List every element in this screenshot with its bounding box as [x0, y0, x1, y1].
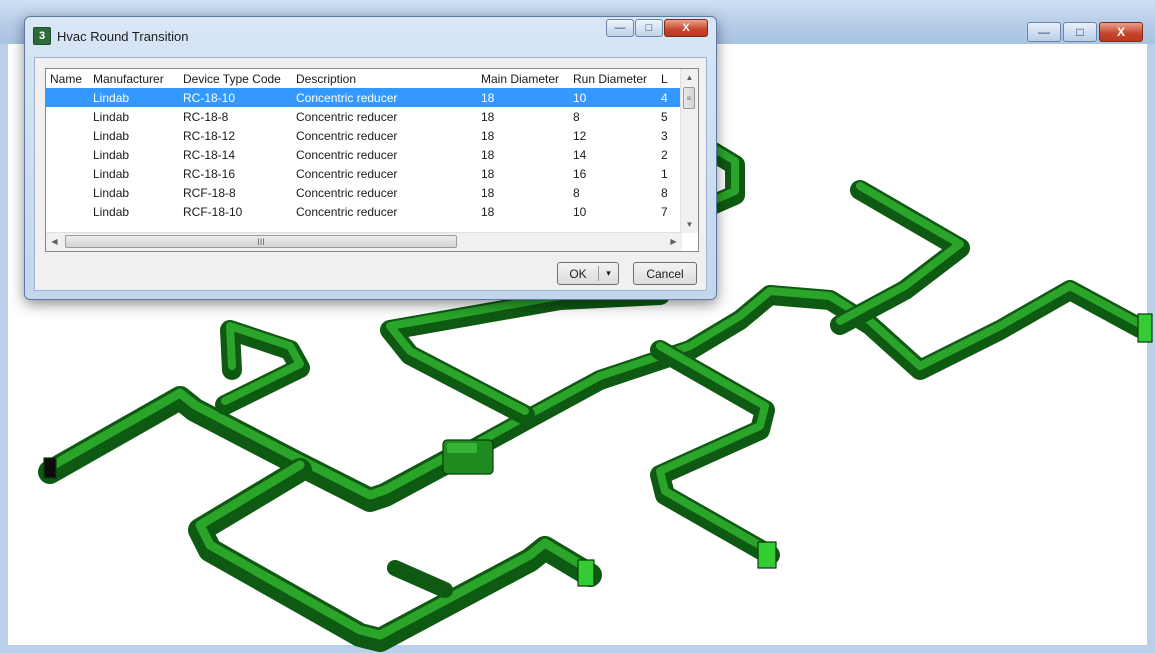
- duct-central-device-top: [447, 443, 477, 453]
- cell-name: [46, 107, 89, 126]
- cell-main-diameter: 18: [481, 185, 495, 200]
- cell-name: [46, 164, 89, 183]
- column-header-main-diameter[interactable]: Main Diameter: [477, 69, 569, 88]
- cell-main-diameter: 18: [481, 166, 495, 181]
- cell-device-type-code: RC-18-16: [183, 166, 236, 181]
- cell-run-diameter: 8: [573, 185, 580, 200]
- cell-name: [46, 183, 89, 202]
- table-row[interactable]: Lindab RC-18-14 Concentric reducer 18 14…: [46, 145, 683, 164]
- cell-name: [46, 145, 89, 164]
- cell-device-type-code: RCF-18-10: [183, 204, 243, 219]
- scroll-up-icon[interactable]: ▲: [681, 69, 698, 86]
- app-icon: 3: [33, 27, 51, 45]
- table-row[interactable]: Lindab RC-18-12 Concentric reducer 18 12…: [46, 126, 683, 145]
- table-horizontal-scrollbar[interactable]: ◀ III ▶: [46, 232, 682, 251]
- vertical-scroll-thumb[interactable]: ≡: [683, 87, 695, 109]
- column-header-device-type-code[interactable]: Device Type Code: [179, 69, 292, 88]
- duct-main-trunk[interactable]: [438, 280, 1150, 473]
- cell-name: [46, 202, 89, 221]
- cell-manufacturer: Lindab: [93, 128, 130, 143]
- cell-description: Concentric reducer: [296, 185, 398, 200]
- cell-description: Concentric reducer: [296, 109, 398, 124]
- cell-main-diameter: 18: [477, 88, 569, 107]
- cell-manufacturer: Lindab: [93, 166, 130, 181]
- cell-run-diameter: 14: [573, 147, 587, 162]
- cell-main-diameter: 18: [481, 147, 495, 162]
- dialog-caption-buttons: — □ X: [606, 19, 708, 37]
- cancel-button[interactable]: Cancel: [633, 262, 697, 285]
- duct-right-lower-branch-highlight: [656, 342, 774, 555]
- cell-name: [46, 88, 89, 107]
- cell-device-type-code: RC-18-8: [183, 109, 229, 124]
- cell-description: Concentric reducer: [296, 128, 398, 143]
- cell-main-diameter: 18: [481, 109, 495, 124]
- cell-run-diameter: 8: [573, 109, 580, 124]
- duct-terminal-right[interactable]: [1137, 313, 1153, 343]
- cell-run-diameter: 12: [573, 128, 587, 143]
- cell-main-diameter: 18: [481, 204, 495, 219]
- cell-description: Concentric reducer: [292, 88, 477, 107]
- column-header-description[interactable]: Description: [292, 69, 477, 88]
- cell-run-diameter: 16: [573, 166, 587, 181]
- cell-device-type-code: RCF-18-8: [183, 185, 236, 200]
- ok-button-label[interactable]: OK: [558, 267, 598, 281]
- cell-manufacturer: Lindab: [93, 147, 130, 162]
- duct-lower-stub[interactable]: [387, 560, 453, 598]
- cell-device-type-code: RC-18-10: [179, 88, 292, 107]
- horizontal-scroll-thumb[interactable]: III: [65, 235, 457, 248]
- column-header-run-diameter[interactable]: Run Diameter: [569, 69, 657, 88]
- scroll-grip-icon: III: [257, 236, 265, 247]
- cell-description: Concentric reducer: [296, 204, 398, 219]
- ok-split-button[interactable]: OK ▾: [557, 262, 619, 285]
- column-header-name[interactable]: Name: [46, 69, 89, 88]
- table-header-row: Name Manufacturer Device Type Code Descr…: [46, 69, 683, 88]
- scroll-right-icon[interactable]: ▶: [665, 233, 682, 250]
- scroll-left-icon[interactable]: ◀: [46, 233, 63, 250]
- duct-terminal-bottom-right[interactable]: [757, 541, 777, 569]
- duct-end-cap-left: [43, 457, 57, 479]
- table-row[interactable]: Lindab RC-18-8 Concentric reducer 18 8 5: [46, 107, 683, 126]
- cell-device-type-code: RC-18-14: [183, 147, 236, 162]
- device-table-grid: Name Manufacturer Device Type Code Descr…: [46, 69, 683, 221]
- cell-name: [46, 126, 89, 145]
- maximize-icon: □: [645, 22, 653, 34]
- cell-main-diameter: 18: [481, 128, 495, 143]
- minimize-icon: —: [614, 22, 626, 34]
- dialog-titlebar[interactable]: 3 Hvac Round Transition: [33, 25, 189, 47]
- table-row[interactable]: Lindab RCF-18-8 Concentric reducer 18 8 …: [46, 183, 683, 202]
- scroll-down-icon[interactable]: ▼: [681, 216, 698, 233]
- cell-description: Concentric reducer: [296, 166, 398, 181]
- table-row[interactable]: Lindab RCF-18-10 Concentric reducer 18 1…: [46, 202, 683, 221]
- cell-device-type-code: RC-18-12: [183, 128, 236, 143]
- device-table[interactable]: Name Manufacturer Device Type Code Descr…: [45, 68, 699, 252]
- chevron-down-icon[interactable]: ▾: [599, 268, 618, 279]
- duct-left-branch[interactable]: [380, 285, 670, 425]
- table-row[interactable]: Lindab RC-18-16 Concentric reducer 18 16…: [46, 164, 683, 183]
- dialog-body: Name Manufacturer Device Type Code Descr…: [34, 57, 707, 291]
- dialog-minimize-button[interactable]: —: [606, 19, 634, 37]
- cancel-button-label: Cancel: [646, 266, 684, 281]
- cell-manufacturer: Lindab: [89, 88, 179, 107]
- dialog-maximize-button[interactable]: □: [635, 19, 663, 37]
- cell-description: Concentric reducer: [296, 147, 398, 162]
- table-vertical-scrollbar[interactable]: ▲ ≡ ▼: [680, 69, 698, 233]
- dialog-close-button[interactable]: X: [664, 19, 708, 37]
- duct-terminal-bottom[interactable]: [577, 559, 595, 587]
- column-header-manufacturer[interactable]: Manufacturer: [89, 69, 179, 88]
- cell-run-diameter: 10: [573, 204, 587, 219]
- hvac-round-transition-dialog: 3 Hvac Round Transition — □ X Name Manuf…: [24, 16, 717, 300]
- dialog-title: Hvac Round Transition: [57, 28, 189, 44]
- cell-manufacturer: Lindab: [93, 204, 130, 219]
- cell-manufacturer: Lindab: [93, 185, 130, 200]
- cell-run-diameter: 10: [569, 88, 657, 107]
- table-row[interactable]: Lindab RC-18-10 Concentric reducer 18 10…: [46, 88, 683, 107]
- close-icon: X: [682, 22, 690, 34]
- cell-manufacturer: Lindab: [93, 109, 130, 124]
